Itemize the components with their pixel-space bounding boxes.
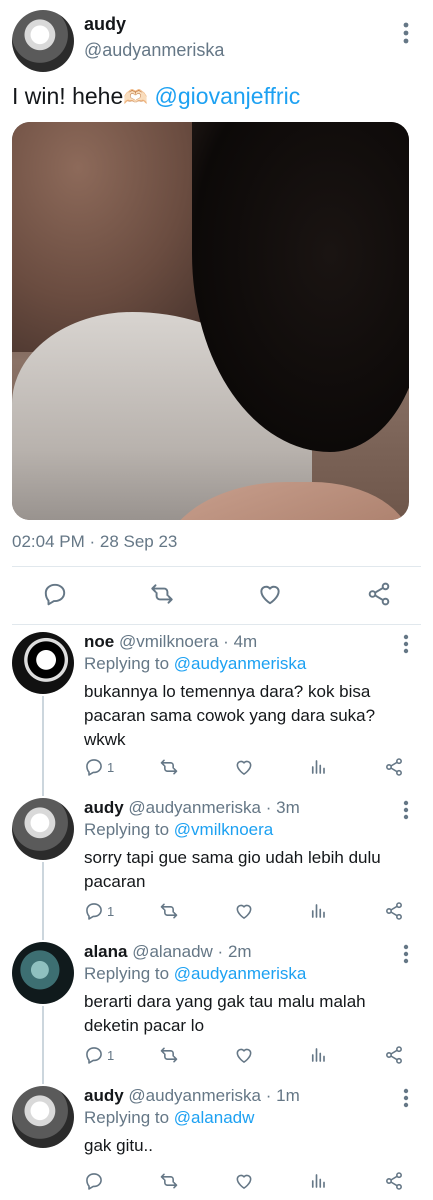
retweet-icon[interactable] [159, 756, 179, 778]
reply-button[interactable] [84, 1170, 107, 1192]
retweet-icon[interactable] [159, 1044, 179, 1066]
share-icon[interactable] [384, 756, 404, 778]
reply-action-bar: 1 [84, 756, 414, 780]
handle[interactable]: @audyanmeriska [128, 798, 261, 817]
reply-count: 1 [107, 1047, 115, 1063]
reply-header: audy @audyanmeriska · 3m [84, 798, 300, 817]
tweet-timestamp[interactable]: 02:04 PM · 28 Sep 23 [12, 532, 177, 552]
reply-time: 2m [227, 942, 252, 961]
replying-to-label: Replying to [84, 964, 170, 983]
reply-count: 1 [107, 759, 115, 775]
replying-to: Replying to @vmilknoera [84, 820, 273, 840]
display-name[interactable]: audy [84, 798, 124, 817]
avatar[interactable] [12, 942, 74, 1004]
heart-icon[interactable] [234, 900, 254, 922]
heart-icon[interactable] [234, 1044, 254, 1066]
display-name[interactable]: audy [84, 1086, 124, 1105]
tweet-text: I win! hehe🫶🏻 @giovanjeffric [12, 82, 300, 112]
mention-link[interactable]: @audyanmeriska [174, 964, 307, 983]
divider [12, 624, 421, 625]
mention-link[interactable]: @audyanmeriska [174, 654, 307, 673]
reply-action-bar: 1 [84, 1044, 414, 1068]
avatar[interactable] [12, 1086, 74, 1148]
more-vertical-icon[interactable] [403, 800, 409, 820]
reply-header: noe @vmilknoera · 4m [84, 632, 258, 651]
reply-icon [84, 1045, 104, 1065]
retweet-icon[interactable] [159, 900, 179, 922]
reply-icon [84, 757, 104, 777]
reply-header: audy @audyanmeriska · 1m [84, 1086, 300, 1105]
divider [12, 566, 421, 567]
more-vertical-icon[interactable] [403, 944, 409, 964]
retweet-icon[interactable] [159, 1170, 179, 1192]
thread-line [42, 696, 44, 796]
handle[interactable]: @vmilknoera [119, 632, 218, 651]
heart-icon[interactable] [234, 1170, 254, 1192]
reply-text: bukannya lo temennya dara? kok bisa paca… [84, 682, 376, 749]
reply-count: 1 [107, 903, 115, 919]
mention-link[interactable]: @alanadw [174, 1108, 255, 1127]
heart-icon[interactable] [255, 578, 285, 610]
reply-time: 4m [233, 632, 258, 651]
tweet-photo[interactable] [12, 122, 409, 520]
retweet-icon[interactable] [147, 578, 177, 610]
reply-text: gak gitu.. [84, 1136, 153, 1155]
share-icon[interactable] [364, 578, 394, 610]
reply-action-bar: 1 [84, 900, 414, 924]
reply-text: sorry tapi gue sama gio udah lebih dulu … [84, 848, 381, 891]
display-name[interactable]: noe [84, 632, 114, 651]
reply-time: 3m [276, 798, 300, 817]
share-icon[interactable] [384, 1044, 404, 1066]
reply-time: 1m [276, 1086, 300, 1105]
reply-icon [84, 901, 104, 921]
replying-to-label: Replying to [84, 1108, 170, 1127]
reply-text: berarti dara yang gak tau malu malah dek… [84, 992, 366, 1035]
analytics-icon[interactable] [309, 1044, 327, 1066]
analytics-icon[interactable] [309, 900, 327, 922]
avatar[interactable] [12, 798, 74, 860]
mention-link[interactable]: @vmilknoera [174, 820, 273, 839]
more-vertical-icon[interactable] [403, 22, 409, 44]
handle[interactable]: @audyanmeriska [128, 1086, 261, 1105]
replying-to: Replying to @audyanmeriska [84, 964, 306, 984]
heart-icon[interactable] [234, 756, 254, 778]
reply-button[interactable]: 1 [84, 756, 114, 778]
analytics-icon[interactable] [309, 756, 327, 778]
share-icon[interactable] [384, 900, 404, 922]
more-vertical-icon[interactable] [403, 634, 409, 654]
thread-line [42, 862, 44, 940]
handle[interactable]: @alanadw [132, 942, 213, 961]
analytics-icon[interactable] [309, 1170, 327, 1192]
reply-button[interactable]: 1 [84, 1044, 114, 1066]
tweet-text-body: I win! hehe [12, 83, 124, 109]
reply-icon[interactable] [40, 578, 70, 610]
display-name[interactable]: audy [84, 14, 126, 35]
display-name[interactable]: alana [84, 942, 127, 961]
share-icon[interactable] [384, 1170, 404, 1192]
more-vertical-icon[interactable] [403, 1088, 409, 1108]
avatar[interactable] [12, 10, 74, 72]
handle[interactable]: @audyanmeriska [84, 40, 224, 61]
reply-header: alana @alanadw · 2m [84, 942, 252, 961]
avatar[interactable] [12, 632, 74, 694]
heart-hands-emoji: 🫶🏻 [123, 87, 149, 109]
mention-link[interactable]: @giovanjeffric [155, 83, 301, 109]
replying-to: Replying to @audyanmeriska [84, 654, 306, 674]
replying-to-label: Replying to [84, 654, 170, 673]
replying-to-label: Replying to [84, 820, 170, 839]
reply-action-bar [84, 1170, 414, 1194]
tweet-action-bar [0, 578, 433, 614]
reply-icon [84, 1171, 104, 1191]
reply-button[interactable]: 1 [84, 900, 114, 922]
replying-to: Replying to @alanadw [84, 1108, 254, 1128]
thread-line [42, 1006, 44, 1084]
